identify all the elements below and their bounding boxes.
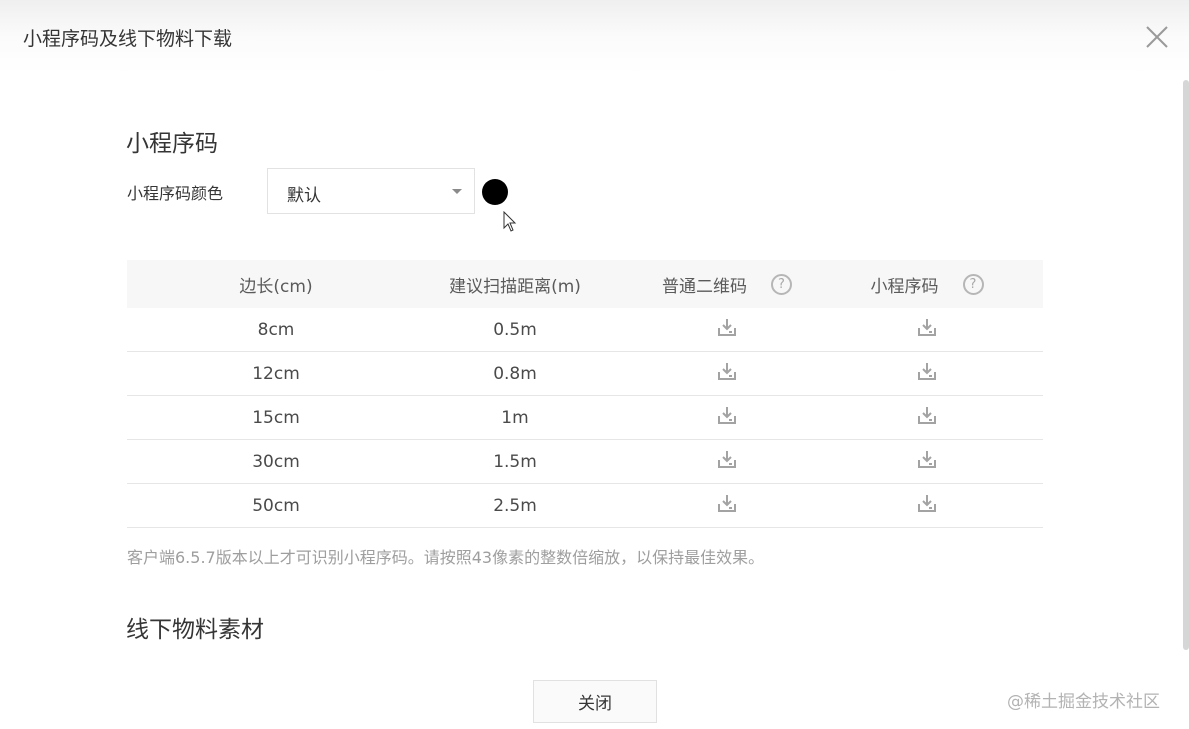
download-qrcode-button[interactable]	[647, 308, 807, 351]
download-miniapp-code-button[interactable]	[847, 484, 1007, 527]
scrollbar[interactable]	[1183, 80, 1189, 650]
close-button[interactable]: 关闭	[533, 680, 657, 723]
header-distance: 建议扫描距离(m)	[449, 276, 581, 297]
color-swatch[interactable]	[482, 179, 508, 205]
cell-distance: 2.5m	[493, 495, 537, 516]
download-icon	[717, 449, 737, 474]
download-qrcode-button[interactable]	[647, 440, 807, 483]
cell-size: 15cm	[252, 407, 300, 428]
color-label: 小程序码颜色	[127, 184, 224, 203]
header-miniapp-code: 小程序码 ?	[847, 260, 1007, 308]
download-icon	[917, 449, 937, 474]
cell-distance: 0.5m	[493, 319, 537, 340]
question-circle-icon[interactable]: ?	[962, 273, 984, 295]
download-icon	[917, 493, 937, 518]
download-miniapp-code-button[interactable]	[847, 440, 1007, 483]
chevron-down-icon	[452, 189, 462, 194]
cell-size: 8cm	[257, 319, 295, 340]
watermark: @稀土掘金技术社区	[1007, 692, 1160, 712]
header-qrcode: 普通二维码 ?	[647, 260, 807, 308]
header-miniapp-code-label: 小程序码	[870, 276, 939, 297]
offline-section-title: 线下物料素材	[126, 617, 264, 643]
download-miniapp-code-button[interactable]	[847, 352, 1007, 395]
question-circle-icon[interactable]: ?	[771, 273, 792, 295]
version-note: 客户端6.5.7版本以上才可识别小程序码。请按照43像素的整数倍缩放，以保持最佳…	[127, 548, 765, 567]
table-row: 30cm 1.5m	[127, 440, 1043, 484]
download-qrcode-button[interactable]	[647, 396, 807, 439]
table-header: 边长(cm) 建议扫描距离(m) 普通二维码 ? 小程序码 ?	[127, 260, 1043, 308]
cell-size: 50cm	[252, 495, 300, 516]
size-table: 边长(cm) 建议扫描距离(m) 普通二维码 ? 小程序码 ? 8cm 0.5m 1…	[127, 260, 1043, 528]
download-miniapp-code-button[interactable]	[847, 396, 1007, 439]
cell-distance: 1.5m	[493, 451, 537, 472]
header-qrcode-label: 普通二维码	[662, 276, 747, 297]
color-select[interactable]: 默认	[267, 168, 475, 214]
mouse-cursor-icon	[503, 211, 517, 232]
download-icon	[717, 317, 737, 342]
table-row: 50cm 2.5m	[127, 484, 1043, 528]
download-miniapp-code-button[interactable]	[847, 308, 1007, 351]
table-body: 8cm 0.5m 12cm 0.8m 15cm 1m 30cm 1.5m 50cm 2.5m	[127, 308, 1043, 528]
color-select-value: 默认	[287, 186, 321, 206]
table-row: 8cm 0.5m	[127, 308, 1043, 352]
miniapp-section-title: 小程序码	[126, 131, 218, 157]
download-icon	[717, 493, 737, 518]
download-icon	[917, 405, 937, 430]
cell-size: 30cm	[252, 451, 300, 472]
header-size: 边长(cm)	[239, 276, 313, 297]
close-icon[interactable]	[1144, 24, 1170, 50]
dialog-header: 小程序码及线下物料下载	[0, 0, 1189, 74]
download-qrcode-button[interactable]	[647, 484, 807, 527]
download-qrcode-button[interactable]	[647, 352, 807, 395]
cell-size: 12cm	[252, 363, 300, 384]
download-icon	[717, 405, 737, 430]
download-icon	[917, 317, 937, 342]
download-icon	[917, 361, 937, 386]
cell-distance: 0.8m	[493, 363, 537, 384]
table-row: 15cm 1m	[127, 396, 1043, 440]
table-row: 12cm 0.8m	[127, 352, 1043, 396]
download-icon	[717, 361, 737, 386]
cell-distance: 1m	[501, 407, 529, 428]
dialog-title: 小程序码及线下物料下载	[23, 28, 233, 50]
